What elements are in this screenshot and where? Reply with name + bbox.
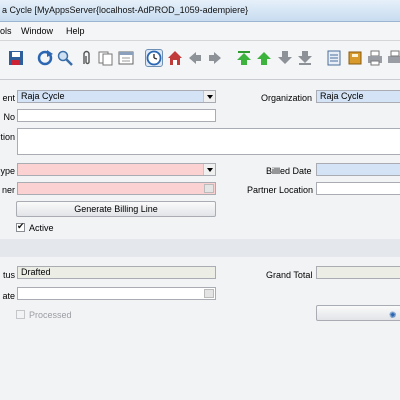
menu-window[interactable]: Window: [21, 26, 53, 36]
previous-record-icon[interactable]: [256, 50, 272, 66]
partner-field[interactable]: [17, 182, 216, 195]
organization-field[interactable]: Raja Cycle: [316, 90, 400, 103]
back-icon[interactable]: [187, 50, 203, 66]
print-icon[interactable]: [367, 50, 383, 66]
status-label: tus: [2, 270, 15, 280]
status-value: Drafted: [21, 267, 51, 277]
description-field[interactable]: [17, 128, 400, 155]
menu-help[interactable]: Help: [66, 26, 85, 36]
date-field[interactable]: [17, 287, 216, 300]
partner-location-field[interactable]: [316, 182, 400, 195]
gear-icon: ✺: [389, 310, 397, 320]
client-field[interactable]: Raja Cycle: [17, 90, 216, 103]
process-button[interactable]: ✺: [316, 305, 400, 321]
date-label: ate: [2, 291, 15, 301]
next-record-icon[interactable]: [277, 50, 293, 66]
refresh-icon[interactable]: [37, 50, 53, 66]
attachment-icon[interactable]: [78, 50, 94, 66]
calendar-icon[interactable]: [204, 289, 214, 298]
toolbar: [0, 41, 400, 80]
find-icon[interactable]: [57, 50, 73, 66]
last-record-icon[interactable]: [297, 50, 313, 66]
chevron-down-icon[interactable]: [203, 164, 215, 175]
type-field[interactable]: [17, 163, 216, 176]
first-record-icon[interactable]: [236, 50, 252, 66]
forward-icon[interactable]: [207, 50, 223, 66]
client-label: ent: [2, 93, 15, 103]
window-title: a Cycle [MyAppsServer{localhost-AdPROD_1…: [2, 5, 249, 15]
processed-label: Processed: [29, 310, 72, 320]
description-label: tion: [0, 132, 15, 142]
chevron-down-icon[interactable]: [203, 91, 215, 102]
status-field: Drafted: [17, 266, 216, 279]
archive-icon[interactable]: [347, 50, 363, 66]
grand-total-label: Grand Total: [266, 270, 313, 280]
detail-icon[interactable]: [326, 50, 342, 66]
title-bar: a Cycle [MyAppsServer{localhost-AdPROD_1…: [0, 0, 400, 22]
billed-date-field[interactable]: [316, 163, 400, 176]
document-no-field[interactable]: [17, 109, 216, 122]
menu-bar: ols Window Help: [0, 22, 400, 41]
partner-location-label: Partner Location: [247, 185, 314, 195]
menu-tools[interactable]: ols: [0, 26, 12, 36]
billed-date-label: Billled Date: [266, 166, 312, 176]
client-value: Raja Cycle: [21, 91, 65, 101]
home-icon[interactable]: [167, 50, 183, 66]
type-label: ype: [0, 166, 15, 176]
document-no-label: No: [3, 112, 15, 122]
report-icon[interactable]: [118, 50, 134, 66]
section-separator: [0, 239, 400, 257]
save-icon[interactable]: [8, 50, 24, 66]
history-icon[interactable]: [145, 49, 163, 67]
generate-billing-line-button[interactable]: Generate Billing Line: [16, 201, 216, 217]
grand-total-field: [316, 266, 400, 279]
active-checkbox[interactable]: [16, 221, 25, 232]
partner-label: ner: [1, 185, 15, 195]
organization-label: Organization: [261, 93, 313, 103]
organization-value: Raja Cycle: [320, 91, 364, 101]
active-label: Active: [29, 223, 54, 233]
print-preview-icon[interactable]: [387, 50, 400, 66]
copy-icon[interactable]: [98, 50, 114, 66]
lookup-icon[interactable]: [204, 184, 214, 193]
processed-checkbox: [16, 310, 25, 319]
